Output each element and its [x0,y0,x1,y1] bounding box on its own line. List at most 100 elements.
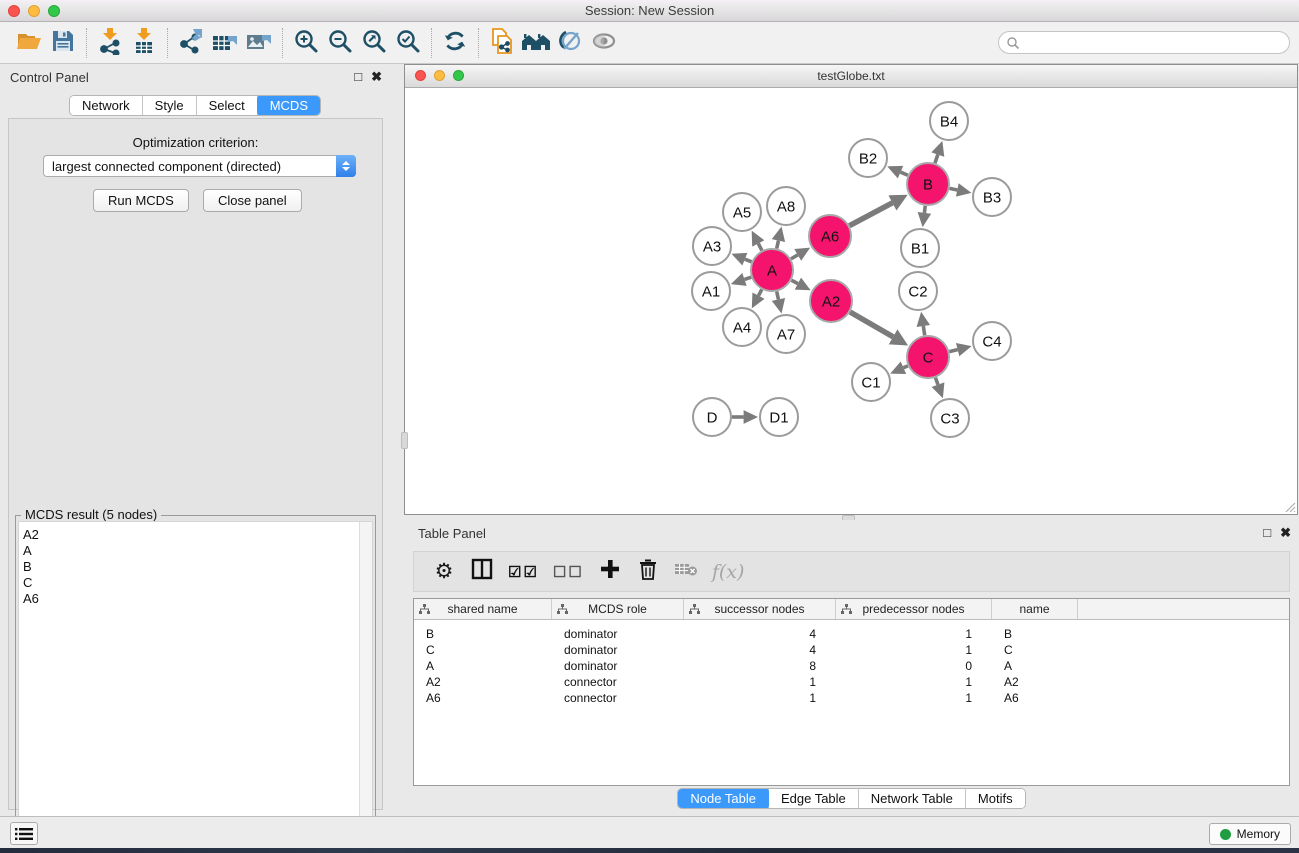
hide-panels-button[interactable] [553,26,587,60]
node-label: B4 [940,113,958,130]
refresh-view-button[interactable] [438,26,472,60]
hierarchy-icon [841,604,852,615]
close-panel-button[interactable]: Close panel [203,189,302,212]
mcds-result-list[interactable]: A2 A B C A6 [18,521,373,853]
graph-edge[interactable] [791,280,797,283]
graph-edge[interactable] [924,206,925,213]
main-toolbar [0,22,1299,64]
select-all-button[interactable]: ☑☑ [508,559,539,585]
import-table-icon [131,27,157,58]
close-panel-icon[interactable]: ✖ [371,69,382,85]
tab-edge-table[interactable]: Edge Table [769,789,859,808]
list-scrollbar[interactable] [359,522,372,853]
tab-network-table[interactable]: Network Table [859,789,966,808]
close-panel-icon[interactable]: ✖ [1280,525,1291,541]
graph-edge[interactable] [923,326,924,335]
graph-edge[interactable] [900,172,907,175]
zoom-fit-button[interactable] [357,26,391,60]
zoom-selected-button[interactable] [391,26,425,60]
graph-edge[interactable] [777,241,779,249]
float-panel-icon[interactable]: □ [1263,525,1271,541]
table-panel-title: Table Panel [418,526,486,541]
delete-table-button[interactable] [674,559,698,585]
graph-edge[interactable] [935,155,938,164]
search-icon [1006,36,1020,50]
table-row[interactable]: A2connector11A2 [414,674,1289,690]
tab-mcds[interactable]: MCDS [257,95,321,116]
column-header-successor-nodes[interactable]: successor nodes [684,599,836,619]
fx-icon: f(x) [712,561,745,583]
network-title: testGlobe.txt [405,69,1297,83]
search-input[interactable] [1020,36,1289,50]
add-column-button[interactable] [598,559,622,585]
open-session-button[interactable] [12,26,46,60]
column-header-MCDS-role[interactable]: MCDS role [552,599,684,619]
graph-edge[interactable] [744,277,751,279]
table-row[interactable]: Adominator80A [414,658,1289,674]
column-header-label: name [1019,602,1049,616]
table-row[interactable]: Bdominator41B [414,626,1289,642]
graph-edge[interactable] [758,289,761,295]
graph-edge[interactable] [758,243,762,250]
mcds-result-title: MCDS result (5 nodes) [21,507,161,522]
graph-edge[interactable] [849,203,892,226]
zoom-in-button[interactable] [289,26,323,60]
export-network-button[interactable] [174,26,208,60]
list-item[interactable]: A6 [19,591,372,607]
graph-edge[interactable] [935,378,938,385]
table-cell: 4 [684,626,836,642]
table-cell: A2 [414,674,552,690]
tab-select[interactable]: Select [197,96,258,115]
task-history-button[interactable] [10,822,38,845]
tab-node-table[interactable]: Node Table [677,788,770,809]
search-field[interactable] [998,31,1290,54]
memory-button[interactable]: Memory [1209,823,1291,845]
columns-icon [471,558,493,585]
list-item[interactable]: A [19,543,372,559]
deselect-all-button[interactable]: ☐☐ [553,559,584,585]
table-row[interactable]: A6connector11A6 [414,690,1289,706]
delete-column-button[interactable] [636,559,660,585]
resize-grip-icon[interactable] [1283,500,1296,513]
export-image-button[interactable] [242,26,276,60]
graph-edge[interactable] [949,350,957,352]
table-settings-button[interactable]: ⚙ [432,559,456,585]
tab-network[interactable]: Network [70,96,143,115]
show-hide-button[interactable] [587,26,621,60]
plus-icon [600,559,620,584]
column-header-name[interactable]: name [992,599,1078,619]
graph-edge[interactable] [745,259,752,262]
export-table-button[interactable] [208,26,242,60]
column-header-predecessor-nodes[interactable]: predecessor nodes [836,599,992,619]
graph-edge[interactable] [850,312,893,337]
optimization-criterion-label: Optimization criterion: [9,135,382,150]
run-mcds-button[interactable]: Run MCDS [93,189,189,212]
vertical-splitter-handle[interactable] [401,432,408,449]
optimization-criterion-select[interactable]: largest connected component (directed) [43,155,356,177]
edge-arrowhead-icon [917,312,930,327]
tab-motifs[interactable]: Motifs [966,789,1025,808]
column-visibility-button[interactable] [470,559,494,585]
tab-style[interactable]: Style [143,96,197,115]
list-item[interactable]: B [19,559,372,575]
column-header-shared-name[interactable]: shared name [414,599,552,619]
network-canvas[interactable]: B4B2BB3A5A8A6A3AB1A1C2A2A4A7C4CC1DD1C3 [405,88,1297,514]
list-item[interactable]: C [19,575,372,591]
clone-network-button[interactable] [485,26,519,60]
save-session-button[interactable] [46,26,80,60]
table-row[interactable]: Cdominator41C [414,642,1289,658]
memory-label: Memory [1237,827,1280,841]
graph-edge[interactable] [791,255,798,259]
function-builder-button[interactable]: f(x) [712,559,745,585]
graph-edge[interactable] [777,291,779,299]
import-table-button[interactable] [127,26,161,60]
graph-edge[interactable] [950,188,958,190]
zoom-out-button[interactable] [323,26,357,60]
node-table[interactable]: shared nameMCDS rolesuccessor nodesprede… [413,598,1290,786]
list-item[interactable]: A2 [19,527,372,543]
home-layout-button[interactable] [519,26,553,60]
import-network-button[interactable] [93,26,127,60]
graph-edge[interactable] [903,366,907,368]
float-panel-icon[interactable]: □ [354,69,362,85]
table-cell: A6 [414,690,552,706]
